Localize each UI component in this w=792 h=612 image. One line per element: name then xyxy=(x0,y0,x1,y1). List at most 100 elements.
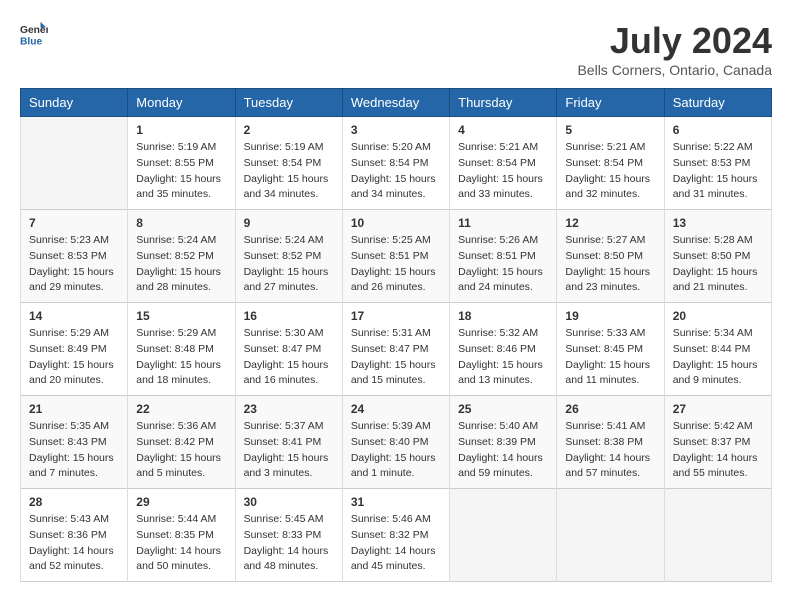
table-cell: 14 Sunrise: 5:29 AMSunset: 8:49 PMDaylig… xyxy=(21,303,128,396)
table-cell: 20 Sunrise: 5:34 AMSunset: 8:44 PMDaylig… xyxy=(664,303,771,396)
day-number: 17 xyxy=(351,309,441,323)
day-info: Sunrise: 5:29 AMSunset: 8:48 PMDaylight:… xyxy=(136,326,226,389)
day-info: Sunrise: 5:25 AMSunset: 8:51 PMDaylight:… xyxy=(351,233,441,296)
day-number: 13 xyxy=(673,216,763,230)
table-cell: 8 Sunrise: 5:24 AMSunset: 8:52 PMDayligh… xyxy=(128,210,235,303)
day-info: Sunrise: 5:37 AMSunset: 8:41 PMDaylight:… xyxy=(244,419,334,482)
table-cell: 10 Sunrise: 5:25 AMSunset: 8:51 PMDaylig… xyxy=(342,210,449,303)
week-row-3: 21 Sunrise: 5:35 AMSunset: 8:43 PMDaylig… xyxy=(21,396,772,489)
week-row-1: 7 Sunrise: 5:23 AMSunset: 8:53 PMDayligh… xyxy=(21,210,772,303)
day-number: 18 xyxy=(458,309,548,323)
svg-text:Blue: Blue xyxy=(20,36,43,47)
day-number: 21 xyxy=(29,402,119,416)
day-info: Sunrise: 5:27 AMSunset: 8:50 PMDaylight:… xyxy=(565,233,655,296)
day-number: 20 xyxy=(673,309,763,323)
table-cell: 19 Sunrise: 5:33 AMSunset: 8:45 PMDaylig… xyxy=(557,303,664,396)
table-cell xyxy=(21,117,128,210)
day-info: Sunrise: 5:22 AMSunset: 8:53 PMDaylight:… xyxy=(673,140,763,203)
day-info: Sunrise: 5:21 AMSunset: 8:54 PMDaylight:… xyxy=(458,140,548,203)
day-number: 7 xyxy=(29,216,119,230)
col-tuesday: Tuesday xyxy=(235,89,342,117)
day-number: 31 xyxy=(351,495,441,509)
table-cell xyxy=(557,489,664,582)
table-cell: 1 Sunrise: 5:19 AMSunset: 8:55 PMDayligh… xyxy=(128,117,235,210)
day-info: Sunrise: 5:29 AMSunset: 8:49 PMDaylight:… xyxy=(29,326,119,389)
col-friday: Friday xyxy=(557,89,664,117)
table-cell: 22 Sunrise: 5:36 AMSunset: 8:42 PMDaylig… xyxy=(128,396,235,489)
day-info: Sunrise: 5:24 AMSunset: 8:52 PMDaylight:… xyxy=(136,233,226,296)
day-number: 6 xyxy=(673,123,763,137)
table-cell: 24 Sunrise: 5:39 AMSunset: 8:40 PMDaylig… xyxy=(342,396,449,489)
day-number: 16 xyxy=(244,309,334,323)
day-info: Sunrise: 5:36 AMSunset: 8:42 PMDaylight:… xyxy=(136,419,226,482)
table-cell: 12 Sunrise: 5:27 AMSunset: 8:50 PMDaylig… xyxy=(557,210,664,303)
table-cell: 3 Sunrise: 5:20 AMSunset: 8:54 PMDayligh… xyxy=(342,117,449,210)
day-number: 24 xyxy=(351,402,441,416)
day-info: Sunrise: 5:30 AMSunset: 8:47 PMDaylight:… xyxy=(244,326,334,389)
day-number: 9 xyxy=(244,216,334,230)
day-number: 10 xyxy=(351,216,441,230)
col-saturday: Saturday xyxy=(664,89,771,117)
day-info: Sunrise: 5:28 AMSunset: 8:50 PMDaylight:… xyxy=(673,233,763,296)
table-cell: 5 Sunrise: 5:21 AMSunset: 8:54 PMDayligh… xyxy=(557,117,664,210)
day-info: Sunrise: 5:23 AMSunset: 8:53 PMDaylight:… xyxy=(29,233,119,296)
day-info: Sunrise: 5:32 AMSunset: 8:46 PMDaylight:… xyxy=(458,326,548,389)
table-cell: 25 Sunrise: 5:40 AMSunset: 8:39 PMDaylig… xyxy=(450,396,557,489)
table-cell: 6 Sunrise: 5:22 AMSunset: 8:53 PMDayligh… xyxy=(664,117,771,210)
table-cell: 2 Sunrise: 5:19 AMSunset: 8:54 PMDayligh… xyxy=(235,117,342,210)
table-cell: 28 Sunrise: 5:43 AMSunset: 8:36 PMDaylig… xyxy=(21,489,128,582)
day-info: Sunrise: 5:45 AMSunset: 8:33 PMDaylight:… xyxy=(244,512,334,575)
day-number: 3 xyxy=(351,123,441,137)
table-cell: 9 Sunrise: 5:24 AMSunset: 8:52 PMDayligh… xyxy=(235,210,342,303)
day-number: 25 xyxy=(458,402,548,416)
day-number: 30 xyxy=(244,495,334,509)
table-cell: 21 Sunrise: 5:35 AMSunset: 8:43 PMDaylig… xyxy=(21,396,128,489)
day-info: Sunrise: 5:19 AMSunset: 8:55 PMDaylight:… xyxy=(136,140,226,203)
day-number: 22 xyxy=(136,402,226,416)
table-cell: 29 Sunrise: 5:44 AMSunset: 8:35 PMDaylig… xyxy=(128,489,235,582)
table-cell: 4 Sunrise: 5:21 AMSunset: 8:54 PMDayligh… xyxy=(450,117,557,210)
day-number: 11 xyxy=(458,216,548,230)
day-number: 15 xyxy=(136,309,226,323)
day-info: Sunrise: 5:26 AMSunset: 8:51 PMDaylight:… xyxy=(458,233,548,296)
day-number: 28 xyxy=(29,495,119,509)
day-number: 26 xyxy=(565,402,655,416)
day-number: 4 xyxy=(458,123,548,137)
col-thursday: Thursday xyxy=(450,89,557,117)
calendar-table: Sunday Monday Tuesday Wednesday Thursday… xyxy=(20,88,772,582)
location-title: Bells Corners, Ontario, Canada xyxy=(577,62,772,78)
table-cell: 13 Sunrise: 5:28 AMSunset: 8:50 PMDaylig… xyxy=(664,210,771,303)
week-row-4: 28 Sunrise: 5:43 AMSunset: 8:36 PMDaylig… xyxy=(21,489,772,582)
table-cell: 17 Sunrise: 5:31 AMSunset: 8:47 PMDaylig… xyxy=(342,303,449,396)
day-number: 1 xyxy=(136,123,226,137)
day-info: Sunrise: 5:33 AMSunset: 8:45 PMDaylight:… xyxy=(565,326,655,389)
day-info: Sunrise: 5:21 AMSunset: 8:54 PMDaylight:… xyxy=(565,140,655,203)
day-info: Sunrise: 5:20 AMSunset: 8:54 PMDaylight:… xyxy=(351,140,441,203)
day-info: Sunrise: 5:41 AMSunset: 8:38 PMDaylight:… xyxy=(565,419,655,482)
table-cell xyxy=(450,489,557,582)
table-cell: 11 Sunrise: 5:26 AMSunset: 8:51 PMDaylig… xyxy=(450,210,557,303)
day-number: 19 xyxy=(565,309,655,323)
title-area: July 2024 Bells Corners, Ontario, Canada xyxy=(577,20,772,78)
day-info: Sunrise: 5:39 AMSunset: 8:40 PMDaylight:… xyxy=(351,419,441,482)
table-cell: 18 Sunrise: 5:32 AMSunset: 8:46 PMDaylig… xyxy=(450,303,557,396)
col-monday: Monday xyxy=(128,89,235,117)
day-number: 27 xyxy=(673,402,763,416)
day-info: Sunrise: 5:34 AMSunset: 8:44 PMDaylight:… xyxy=(673,326,763,389)
table-cell: 27 Sunrise: 5:42 AMSunset: 8:37 PMDaylig… xyxy=(664,396,771,489)
day-number: 29 xyxy=(136,495,226,509)
day-number: 12 xyxy=(565,216,655,230)
col-sunday: Sunday xyxy=(21,89,128,117)
day-info: Sunrise: 5:31 AMSunset: 8:47 PMDaylight:… xyxy=(351,326,441,389)
day-number: 2 xyxy=(244,123,334,137)
page-header: General Blue July 2024 Bells Corners, On… xyxy=(20,20,772,78)
day-number: 14 xyxy=(29,309,119,323)
day-info: Sunrise: 5:35 AMSunset: 8:43 PMDaylight:… xyxy=(29,419,119,482)
table-cell: 7 Sunrise: 5:23 AMSunset: 8:53 PMDayligh… xyxy=(21,210,128,303)
table-cell: 26 Sunrise: 5:41 AMSunset: 8:38 PMDaylig… xyxy=(557,396,664,489)
calendar-header-row: Sunday Monday Tuesday Wednesday Thursday… xyxy=(21,89,772,117)
day-info: Sunrise: 5:24 AMSunset: 8:52 PMDaylight:… xyxy=(244,233,334,296)
table-cell: 23 Sunrise: 5:37 AMSunset: 8:41 PMDaylig… xyxy=(235,396,342,489)
table-cell: 15 Sunrise: 5:29 AMSunset: 8:48 PMDaylig… xyxy=(128,303,235,396)
day-info: Sunrise: 5:44 AMSunset: 8:35 PMDaylight:… xyxy=(136,512,226,575)
